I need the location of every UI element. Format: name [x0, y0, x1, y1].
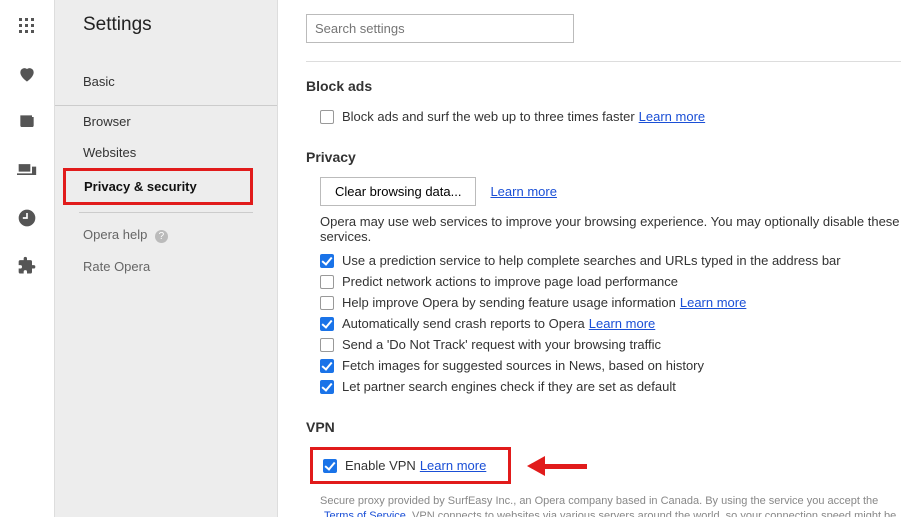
vpn-fineprint: Secure proxy provided by SurfEasy Inc., … — [306, 484, 901, 517]
option-label: Help improve Opera by sending feature us… — [342, 295, 676, 310]
sidebar-item-basic[interactable]: Basic — [55, 66, 277, 97]
clear-browsing-data-button[interactable]: Clear browsing data... — [320, 177, 476, 206]
vpn-enable-highlight: Enable VPN Learn more — [310, 447, 511, 484]
devices-icon[interactable] — [17, 160, 37, 180]
sidebar-item-rate-opera[interactable]: Rate Opera — [55, 251, 277, 282]
learn-more-link[interactable]: Learn more — [490, 184, 556, 199]
search-input[interactable] — [306, 14, 574, 43]
learn-more-link[interactable]: Learn more — [589, 316, 655, 331]
checkbox-block-ads[interactable] — [320, 110, 334, 124]
option-label: Use a prediction service to help complet… — [342, 253, 841, 268]
sidebar-item-opera-help[interactable]: Opera help ? — [55, 219, 277, 251]
page-title: Settings — [83, 14, 277, 36]
sidebar-item-browser[interactable]: Browser — [55, 106, 277, 137]
option-label: Enable VPN — [345, 458, 416, 473]
settings-sidebar: Settings Basic Browser Websites Privacy … — [55, 0, 278, 517]
section-title: Block ads — [306, 78, 901, 94]
checkbox-news-images[interactable] — [320, 359, 334, 373]
option-label: Fetch images for suggested sources in Ne… — [342, 358, 704, 373]
learn-more-link[interactable]: Learn more — [639, 109, 705, 124]
option-label: Automatically send crash reports to Oper… — [342, 316, 585, 331]
help-icon: ? — [155, 230, 168, 243]
checkbox-partner-search[interactable] — [320, 380, 334, 394]
checkbox-crash-reports[interactable] — [320, 317, 334, 331]
checkbox-predict-network[interactable] — [320, 275, 334, 289]
news-icon[interactable] — [17, 112, 37, 132]
option-label: Block ads and surf the web up to three t… — [342, 109, 635, 124]
sidebar-item-privacy-security[interactable]: Privacy & security — [63, 168, 253, 205]
checkbox-prediction-service[interactable] — [320, 254, 334, 268]
checkbox-usage-info[interactable] — [320, 296, 334, 310]
option-label: Predict network actions to improve page … — [342, 274, 678, 289]
section-title: VPN — [306, 419, 901, 435]
option-label: Send a 'Do Not Track' request with your … — [342, 337, 661, 352]
learn-more-link[interactable]: Learn more — [680, 295, 746, 310]
option-label: Let partner search engines check if they… — [342, 379, 676, 394]
apps-icon[interactable] — [17, 16, 37, 36]
left-rail — [0, 0, 55, 517]
heart-icon[interactable] — [17, 64, 37, 84]
section-title: Privacy — [306, 149, 901, 165]
learn-more-link[interactable]: Learn more — [420, 458, 486, 473]
checkbox-enable-vpn[interactable] — [323, 459, 337, 473]
extensions-icon[interactable] — [17, 256, 37, 276]
sidebar-item-websites[interactable]: Websites — [55, 137, 277, 168]
privacy-desc: Opera may use web services to improve yo… — [306, 214, 901, 250]
section-privacy: Privacy Clear browsing data... Learn mor… — [306, 149, 901, 397]
terms-of-service-link[interactable]: Terms of Service — [324, 510, 406, 517]
section-vpn: VPN Enable VPN Learn more Secure proxy p… — [306, 419, 901, 517]
annotation-arrow — [529, 457, 599, 475]
sidebar-item-label: Opera help — [83, 227, 147, 242]
history-icon[interactable] — [17, 208, 37, 228]
settings-content: Block ads Block ads and surf the web up … — [278, 0, 911, 517]
checkbox-do-not-track[interactable] — [320, 338, 334, 352]
section-block-ads: Block ads Block ads and surf the web up … — [306, 78, 901, 127]
